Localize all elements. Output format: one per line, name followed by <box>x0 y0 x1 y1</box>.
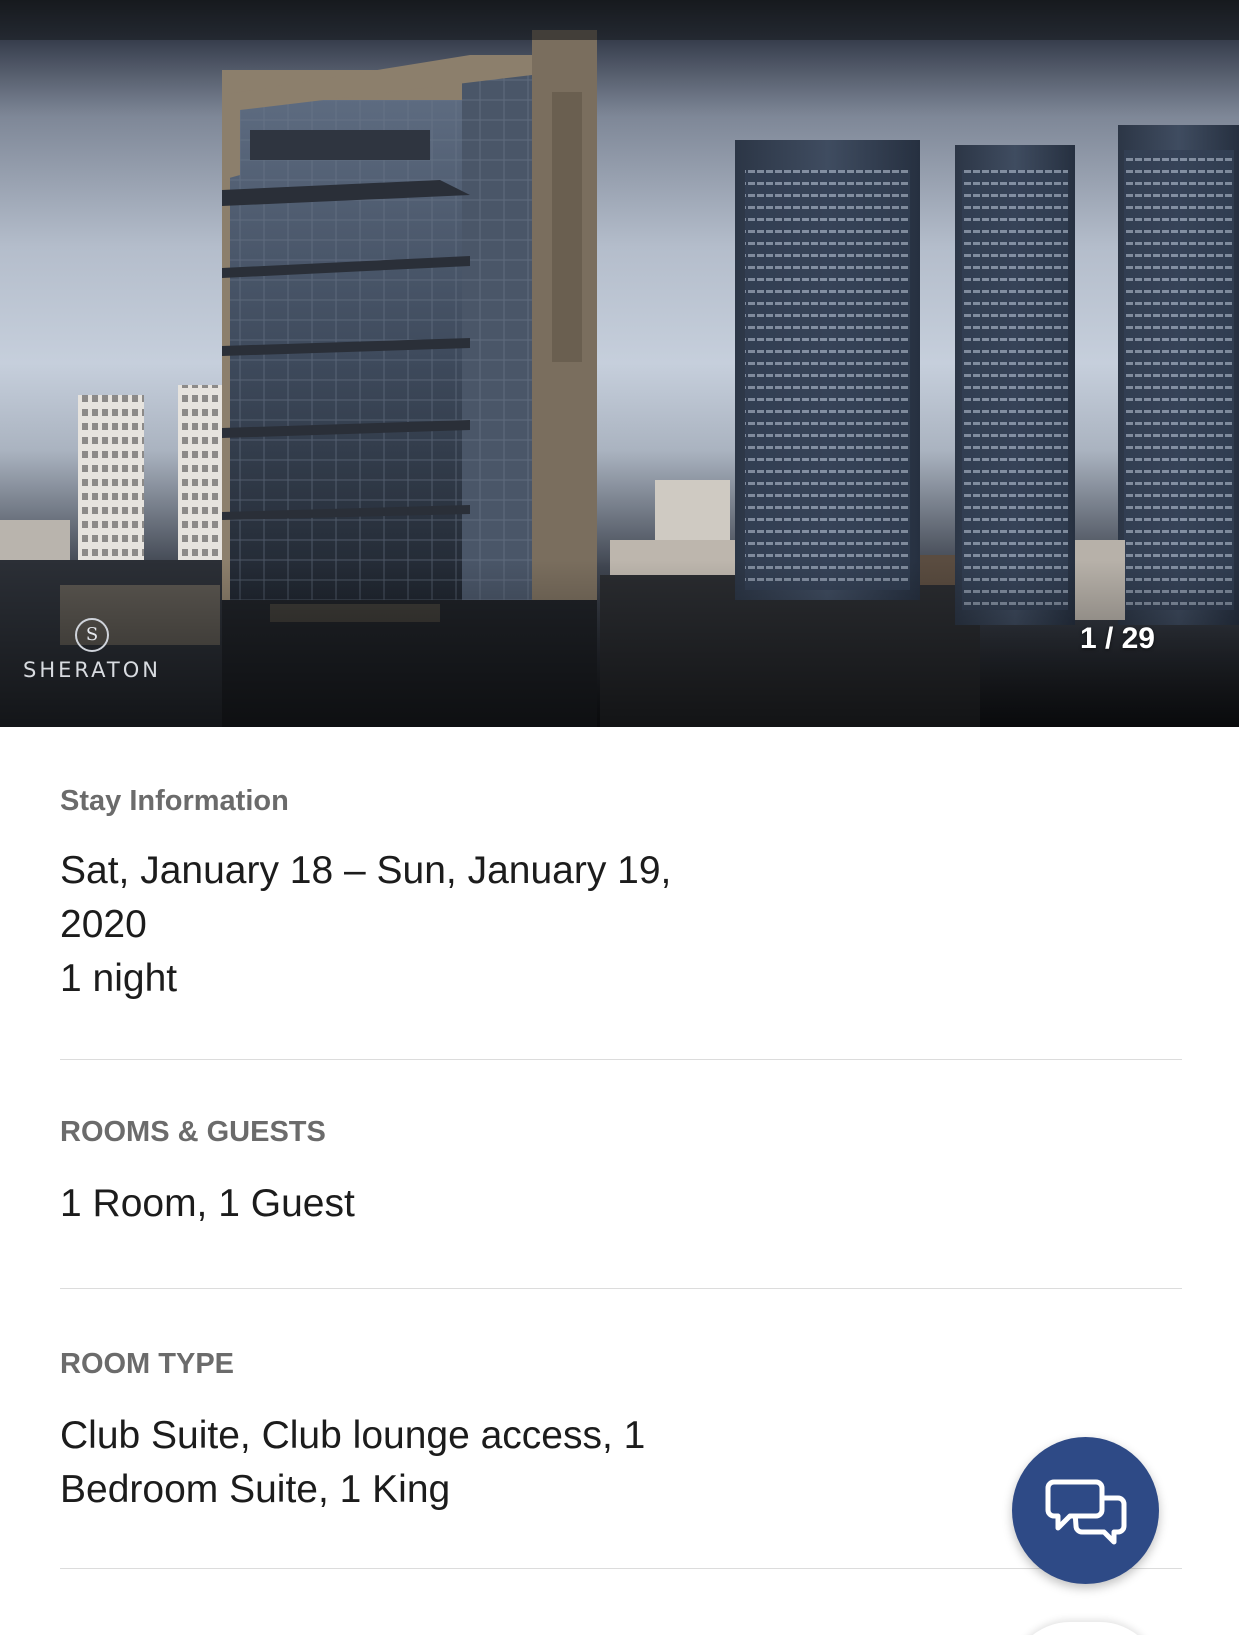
divider <box>60 1288 1182 1289</box>
chat-button[interactable] <box>1012 1437 1159 1584</box>
stay-dates: Sat, January 18 – Sun, January 19, 2020 <box>60 849 672 946</box>
rooms-guests-value: 1 Room, 1 Guest <box>60 1182 355 1225</box>
rooms-guests-label: ROOMS & GUESTS <box>60 1116 326 1148</box>
stay-information-section: Stay Information Sat, January 18 – Sun, … <box>60 787 1182 1006</box>
divider <box>60 1568 1182 1569</box>
stay-information-label: Stay Information <box>60 785 289 817</box>
room-type-label: ROOM TYPE <box>60 1348 235 1380</box>
secondary-floating-button[interactable] <box>1010 1622 1160 1635</box>
hotel-photo <box>0 0 1239 727</box>
stay-nights: 1 night <box>60 957 178 1000</box>
hotel-brand-logo: S SHERATON <box>22 618 162 682</box>
chat-bubbles-icon <box>1045 1479 1126 1544</box>
hotel-detail-page: S SHERATON 1 / 29 Stay Information Sat, … <box>0 0 1239 1635</box>
divider <box>60 1059 1182 1060</box>
sheraton-logo-icon: S <box>75 618 109 652</box>
hotel-photo-carousel[interactable]: S SHERATON 1 / 29 <box>0 0 1239 727</box>
brand-name: SHERATON <box>23 658 161 682</box>
room-type-value: Club Suite, Club lounge access, 1 Bedroo… <box>60 1414 646 1511</box>
rooms-guests-section: ROOMS & GUESTS 1 Room, 1 Guest <box>60 1118 1182 1231</box>
photo-counter: 1 / 29 <box>1079 622 1155 655</box>
